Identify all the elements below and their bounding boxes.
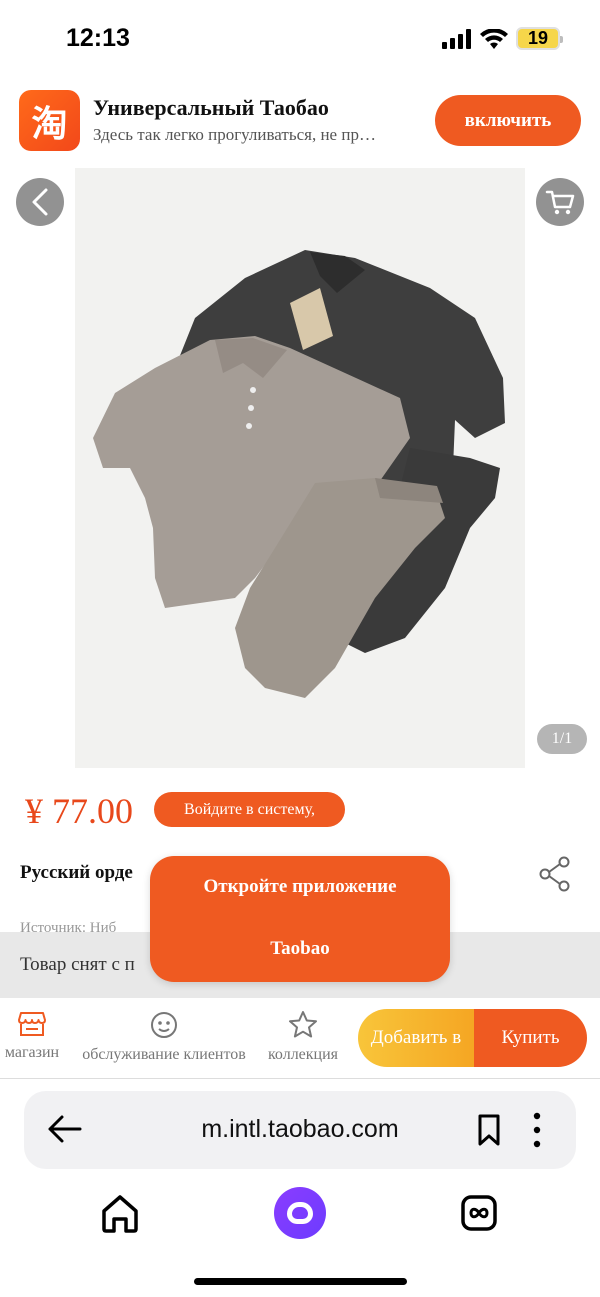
product-gallery: 1/1 xyxy=(0,168,600,768)
back-button[interactable] xyxy=(16,178,64,226)
open-app-line2: Taobao xyxy=(270,938,330,959)
taobao-logo-icon: 淘 xyxy=(19,90,80,151)
app-title: Универсальный Таобао xyxy=(93,95,329,120)
status-icons: 19 xyxy=(442,27,563,50)
open-app-button[interactable]: Откройте приложение Taobao xyxy=(150,856,450,982)
status-time: 12:13 xyxy=(66,24,130,52)
alice-ring xyxy=(287,1202,313,1224)
store-label: магазин xyxy=(4,1044,60,1061)
store-icon xyxy=(18,1012,46,1036)
bookmark-icon[interactable] xyxy=(476,1113,502,1147)
page-counter: 1/1 xyxy=(537,724,587,754)
cart-button[interactable] xyxy=(536,178,584,226)
battery-icon: 19 xyxy=(516,27,563,50)
browser-toolbar: m.intl.taobao.com xyxy=(0,1079,600,1297)
product-title: Русский орде xyxy=(20,862,133,883)
smiley-icon xyxy=(151,1012,177,1038)
buy-button[interactable]: Купить xyxy=(474,1009,587,1067)
address-bar[interactable]: m.intl.taobao.com xyxy=(24,1091,576,1169)
wifi-icon xyxy=(480,28,508,49)
add-to-cart-button[interactable]: Добавить в xyxy=(358,1009,474,1067)
store-tab[interactable]: магазин xyxy=(0,1010,64,1062)
customer-service-label: обслуживание клиентов xyxy=(82,1046,246,1063)
login-button[interactable]: Войдите в систему, xyxy=(154,792,345,827)
product-action-bar: магазин обслуживание клиентов коллекция … xyxy=(0,998,600,1078)
product-source: Источник: Ниб xyxy=(20,920,117,932)
share-icon[interactable] xyxy=(539,856,571,892)
star-icon xyxy=(289,1011,317,1038)
customer-service-tab[interactable]: обслуживание клиентов xyxy=(64,1010,264,1064)
product-price: ¥ 77.00 xyxy=(25,791,133,831)
product-photo[interactable] xyxy=(75,168,525,768)
open-app-line1: Откройте приложение xyxy=(203,876,397,897)
tabs-icon[interactable] xyxy=(460,1194,498,1232)
alice-assistant-icon[interactable] xyxy=(274,1187,326,1239)
app-install-banner: 淘 Универсальный Таобао Здесь так легко п… xyxy=(0,80,600,160)
more-vertical-icon[interactable] xyxy=(529,1111,545,1149)
home-icon[interactable] xyxy=(99,1193,141,1235)
product-photo-image xyxy=(75,168,525,768)
cart-icon xyxy=(545,190,575,215)
status-bar: 12:13 19 xyxy=(0,0,600,80)
enable-button[interactable]: включить xyxy=(435,95,581,146)
chevron-left-icon xyxy=(32,188,48,216)
favorite-tab[interactable]: коллекция xyxy=(262,1010,344,1064)
favorite-label: коллекция xyxy=(267,1046,339,1063)
app-subtitle: Здесь так легко прогуливаться, не пр… xyxy=(93,125,376,144)
signal-icon xyxy=(442,28,471,49)
home-indicator xyxy=(194,1278,407,1285)
